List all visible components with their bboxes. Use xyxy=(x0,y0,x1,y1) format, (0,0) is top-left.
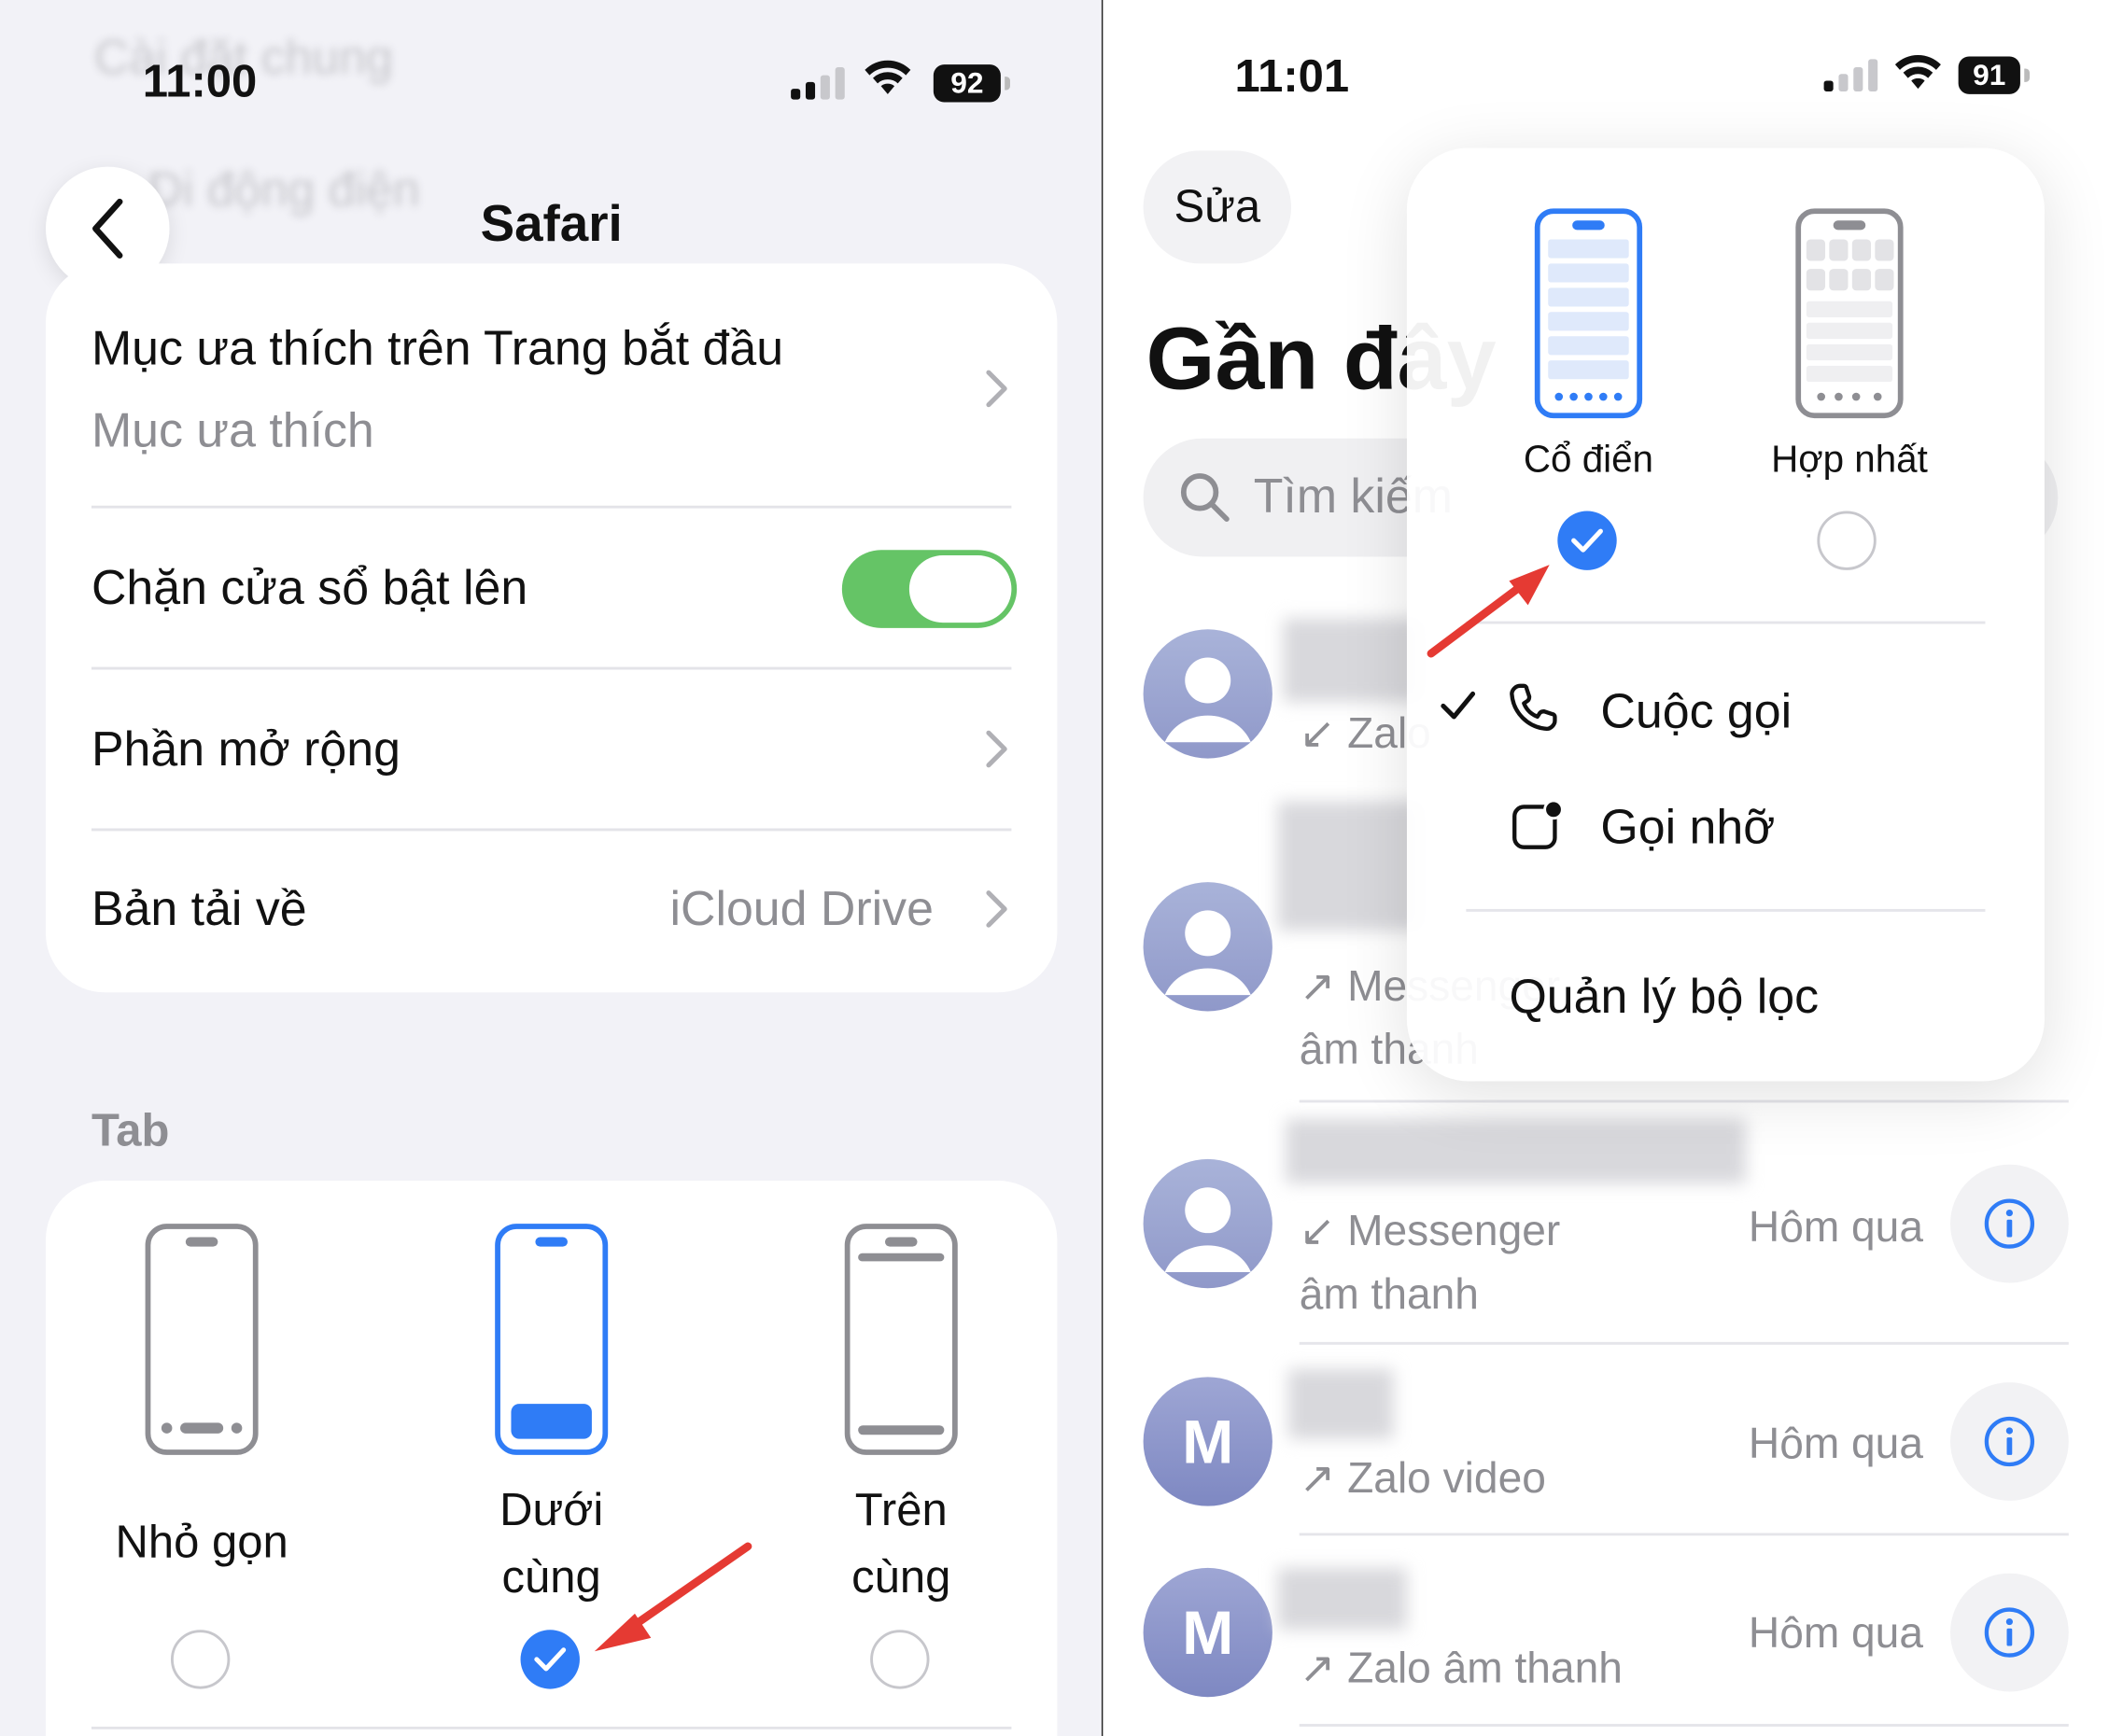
option-compact-label: Nhỏ gọn xyxy=(115,1517,288,1568)
phone-compact-tab-icon[interactable] xyxy=(143,1221,261,1458)
radio-classic-selected[interactable] xyxy=(1557,511,1617,570)
phone-unified-layout-icon[interactable] xyxy=(1794,207,1905,420)
info-icon xyxy=(1984,1198,2035,1249)
radio-compact[interactable] xyxy=(170,1630,231,1689)
option-top-label: Trên cùng xyxy=(780,1477,1022,1611)
wifi-icon xyxy=(1894,54,1941,90)
contact-name-redacted xyxy=(1283,618,1424,703)
row-divider xyxy=(91,505,1012,509)
list-divider xyxy=(1299,1341,2069,1345)
info-button[interactable] xyxy=(1950,1164,2069,1283)
option-top-label-line2: cùng xyxy=(851,1551,951,1603)
list-divider xyxy=(1299,1099,2069,1103)
avatar: M xyxy=(1143,1567,1272,1698)
annotation-arrow-icon xyxy=(594,1542,752,1652)
radio-top[interactable] xyxy=(870,1630,930,1689)
call-time: Hôm qua xyxy=(1748,1419,1923,1467)
phone-bottom-tab-icon[interactable] xyxy=(492,1221,611,1458)
checkmark-icon xyxy=(534,1647,567,1672)
wifi-icon xyxy=(865,60,911,94)
radio-unified[interactable] xyxy=(1817,511,1877,570)
info-icon xyxy=(1984,1607,2035,1658)
row-divider xyxy=(91,666,1012,670)
list-divider xyxy=(1299,1724,2069,1727)
missed-call-icon xyxy=(1512,799,1564,849)
extensions-label: Phần mở rộng xyxy=(91,721,401,777)
block-popups-label: Chặn cửa sổ bật lên xyxy=(91,559,528,615)
safari-settings-screen: Cài đặt chung Di động điện 11:00 92 Safa… xyxy=(0,0,1104,1736)
menu-item-calls-label: Cuộc gọi xyxy=(1600,682,1793,738)
tab-section-header: Tab xyxy=(91,1105,170,1157)
info-button[interactable] xyxy=(1950,1573,2069,1692)
phone-icon xyxy=(1510,683,1557,732)
menu-divider xyxy=(1466,908,1986,912)
option-bottom-label-line1: Dưới xyxy=(499,1484,604,1536)
contact-name-redacted xyxy=(1288,1368,1394,1439)
call-type: ↗ Zalo video xyxy=(1299,1453,1546,1503)
person-icon xyxy=(1164,910,1251,996)
page-title: Safari xyxy=(480,196,623,253)
menu-item-missed-label: Gọi nhỡ xyxy=(1600,798,1776,854)
favorites-value: Mục ưa thích xyxy=(91,401,374,457)
battery-indicator: 91 xyxy=(1958,56,2031,94)
contact-name-redacted xyxy=(1277,1567,1407,1631)
search-icon xyxy=(1180,473,1230,523)
avatar xyxy=(1143,1158,1272,1289)
call-type: ↗ Zalo âm thanh xyxy=(1299,1643,1623,1692)
chevron-right-icon xyxy=(986,890,1007,928)
call-time: Hôm qua xyxy=(1748,1202,1923,1251)
call-type-detail: âm thanh xyxy=(1299,1269,1479,1318)
info-button[interactable] xyxy=(1950,1382,2069,1501)
unified-layout-label: Hợp nhất xyxy=(1771,438,1928,481)
option-top-label-line1: Trên xyxy=(854,1484,948,1536)
menu-item-manage-filters[interactable]: Quản lý bộ lọc xyxy=(1509,968,1819,1025)
row-divider xyxy=(91,828,1012,832)
annotation-arrow-icon xyxy=(1427,565,1550,658)
battery-indicator: 92 xyxy=(933,64,1010,103)
person-icon xyxy=(1164,657,1251,743)
row-divider xyxy=(91,1726,1012,1729)
info-icon xyxy=(1984,1416,2035,1467)
avatar xyxy=(1143,629,1272,759)
person-icon xyxy=(1164,1187,1251,1272)
contact-name-redacted xyxy=(1286,1118,1747,1183)
avatar xyxy=(1143,882,1272,1012)
phone-top-tab-icon[interactable] xyxy=(842,1221,961,1458)
chevron-right-icon xyxy=(986,730,1007,768)
status-time: 11:00 xyxy=(142,56,258,108)
classic-layout-label: Cổ điển xyxy=(1523,438,1653,481)
downloads-label: Bản tải về xyxy=(91,880,307,936)
edit-button[interactable]: Sửa xyxy=(1143,150,1292,264)
checkmark-icon xyxy=(1571,528,1603,553)
call-time: Hôm qua xyxy=(1748,1608,1923,1658)
radio-bottom-selected[interactable] xyxy=(520,1630,580,1689)
downloads-value: iCloud Drive xyxy=(669,880,934,936)
contact-name-redacted xyxy=(1277,801,1424,931)
favorites-label: Mục ưa thích trên Trang bắt đầu xyxy=(91,319,784,375)
status-bar: 11:00 92 xyxy=(0,0,1103,147)
call-type: ↙ Messenger xyxy=(1299,1206,1561,1255)
status-time: 11:01 xyxy=(1234,50,1350,103)
avatar: M xyxy=(1143,1377,1272,1506)
list-divider xyxy=(1299,1533,2069,1536)
phone-classic-layout-icon[interactable] xyxy=(1533,207,1643,420)
chevron-right-icon xyxy=(986,370,1007,408)
cellular-signal-icon xyxy=(1823,59,1878,91)
block-popups-toggle[interactable] xyxy=(841,550,1018,628)
cellular-signal-icon xyxy=(791,67,845,100)
checkmark-icon xyxy=(1441,691,1476,720)
